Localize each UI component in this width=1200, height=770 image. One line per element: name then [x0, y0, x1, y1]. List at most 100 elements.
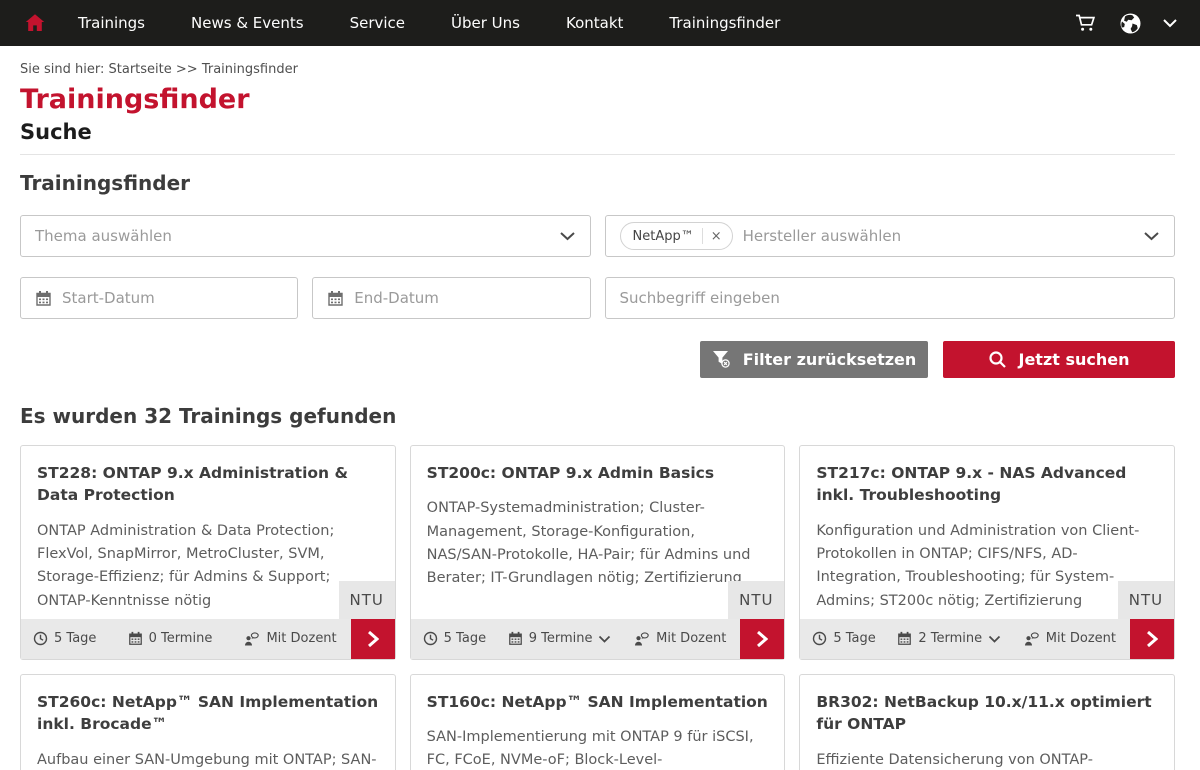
card-footer: 5 Tage 2 Termine Mit Dozent	[800, 619, 1174, 659]
duration-label: 5 Tage	[444, 631, 486, 646]
termine-meta: 2 Termine	[897, 631, 1001, 646]
home-icon	[23, 11, 47, 35]
instructor-meta: Mit Dozent	[1023, 631, 1116, 647]
end-date-input[interactable]	[354, 289, 575, 307]
training-description: Effiziente Datensicherung von ONTAP-Syst…	[816, 749, 1158, 770]
reset-filters-label: Filter zurücksetzen	[743, 350, 917, 369]
open-training-button[interactable]	[351, 619, 395, 659]
top-navigation: Trainings News & Events Service Über Uns…	[0, 0, 1200, 46]
breadcrumb-separator: >>	[176, 62, 198, 77]
search-now-button[interactable]: Jetzt suchen	[943, 341, 1175, 378]
nav-item-trainings[interactable]: Trainings	[78, 14, 145, 32]
end-date-field[interactable]	[312, 277, 590, 319]
globe-icon[interactable]	[1119, 12, 1142, 35]
duration-meta: 5 Tage	[423, 631, 486, 646]
chevron-down-icon[interactable]	[559, 231, 576, 241]
training-title: ST160c: NetApp™ SAN Implementation	[427, 691, 769, 713]
duration-label: 5 Tage	[833, 631, 875, 646]
calendar-icon	[508, 631, 523, 646]
training-card[interactable]: ST228: ONTAP 9.x Administration & Data P…	[20, 445, 396, 660]
reset-filters-button[interactable]: Filter zurücksetzen	[700, 341, 928, 378]
clock-icon	[423, 631, 438, 646]
training-description: ONTAP-Systemadministration; Cluster-Mana…	[427, 497, 769, 590]
start-date-field[interactable]	[20, 277, 298, 319]
training-card[interactable]: ST160c: NetApp™ SAN Implementation SAN-I…	[410, 674, 786, 770]
nav-links: Trainings News & Events Service Über Uns…	[78, 14, 780, 32]
remove-tag-button[interactable]: ×	[711, 230, 722, 243]
cart-icon[interactable]	[1073, 11, 1099, 35]
arrow-right-icon	[1146, 630, 1158, 648]
keyword-input[interactable]	[620, 289, 1161, 307]
keyword-field[interactable]	[605, 277, 1176, 319]
card-footer: 5 Tage 9 Termine Mit Dozent	[411, 619, 785, 659]
training-title: ST260c: NetApp™ SAN Implementation inkl.…	[37, 691, 379, 736]
training-title: ST217c: ONTAP 9.x - NAS Advanced inkl. T…	[816, 462, 1158, 507]
topic-select[interactable]: Thema auswählen	[20, 215, 591, 257]
breadcrumb-home-link[interactable]: Startseite	[109, 62, 172, 77]
start-date-input[interactable]	[62, 289, 283, 307]
calendar-icon	[327, 290, 344, 307]
tag-divider	[702, 228, 703, 244]
calendar-icon	[128, 631, 143, 646]
vendor-select-placeholder: Hersteller auswählen	[743, 227, 1133, 245]
instructor-meta: Mit Dozent	[633, 631, 726, 647]
training-title: ST228: ONTAP 9.x Administration & Data P…	[37, 462, 379, 507]
vendor-tag-label: NetApp™	[633, 229, 694, 244]
arrow-right-icon	[367, 630, 379, 648]
chevron-down-icon[interactable]	[1143, 231, 1160, 241]
filter-reset-icon	[712, 350, 732, 369]
calendar-icon	[897, 631, 912, 646]
vendor-filter-tag: NetApp™ ×	[620, 222, 733, 250]
training-card[interactable]: ST260c: NetApp™ SAN Implementation inkl.…	[20, 674, 396, 770]
training-description: Konfiguration und Administration von Cli…	[816, 520, 1158, 613]
instructor-label: Mit Dozent	[656, 631, 726, 646]
training-description: SAN-Implementierung mit ONTAP 9 für iSCS…	[427, 726, 769, 770]
arrow-right-icon	[756, 630, 768, 648]
training-card[interactable]: BR302: NetBackup 10.x/11.x optimiert für…	[799, 674, 1175, 770]
training-title: BR302: NetBackup 10.x/11.x optimiert für…	[816, 691, 1158, 736]
divider	[20, 154, 1175, 155]
home-button[interactable]	[22, 10, 48, 36]
instructor-label: Mit Dozent	[1046, 631, 1116, 646]
open-training-button[interactable]	[740, 619, 784, 659]
language-chevron-down-icon[interactable]	[1162, 18, 1178, 28]
ntu-badge: NTU	[339, 581, 395, 619]
card-footer: 5 Tage 0 Termine Mit Dozent	[21, 619, 395, 659]
results-count-heading: Es wurden 32 Trainings gefunden	[20, 404, 1175, 428]
training-cards-grid: ST228: ONTAP 9.x Administration & Data P…	[20, 445, 1175, 770]
open-training-button[interactable]	[1130, 619, 1174, 659]
training-card[interactable]: ST217c: ONTAP 9.x - NAS Advanced inkl. T…	[799, 445, 1175, 660]
breadcrumb-prefix: Sie sind hier:	[20, 62, 104, 77]
training-description: Aufbau einer SAN-Umgebung mit ONTAP; SAN…	[37, 749, 379, 770]
termine-meta: 0 Termine	[128, 631, 213, 646]
termine-label: 2 Termine	[918, 631, 982, 646]
training-description: ONTAP Administration & Data Protection; …	[37, 520, 379, 613]
breadcrumb-current: Trainingsfinder	[202, 62, 298, 77]
nav-item-news-events[interactable]: News & Events	[191, 14, 304, 32]
termine-chevron-down-icon[interactable]	[988, 635, 1001, 643]
page-title: Trainingsfinder	[20, 84, 1175, 115]
termine-meta: 9 Termine	[508, 631, 612, 646]
duration-label: 5 Tage	[54, 631, 96, 646]
training-card[interactable]: ST200c: ONTAP 9.x Admin Basics ONTAP-Sys…	[410, 445, 786, 660]
training-title: ST200c: ONTAP 9.x Admin Basics	[427, 462, 769, 484]
nav-item-service[interactable]: Service	[350, 14, 405, 32]
page-subtitle: Suche	[20, 120, 1175, 144]
vendor-select[interactable]: NetApp™ × Hersteller auswählen	[605, 215, 1176, 257]
duration-meta: 5 Tage	[812, 631, 875, 646]
search-form: Thema auswählen NetApp™ × Hersteller aus…	[20, 215, 1175, 319]
clock-icon	[812, 631, 827, 646]
instructor-icon	[633, 631, 650, 647]
instructor-icon	[243, 631, 260, 647]
termine-chevron-down-icon[interactable]	[598, 635, 611, 643]
instructor-meta: Mit Dozent	[243, 631, 336, 647]
nav-item-ueber-uns[interactable]: Über Uns	[451, 14, 520, 32]
nav-item-trainingsfinder[interactable]: Trainingsfinder	[669, 14, 780, 32]
ntu-badge: NTU	[1118, 581, 1174, 619]
instructor-label: Mit Dozent	[266, 631, 336, 646]
search-icon	[988, 350, 1007, 369]
topic-select-placeholder: Thema auswählen	[35, 227, 549, 245]
calendar-icon	[35, 290, 52, 307]
nav-item-kontakt[interactable]: Kontakt	[566, 14, 623, 32]
breadcrumb: Sie sind hier: Startseite >> Trainingsfi…	[20, 62, 1175, 77]
